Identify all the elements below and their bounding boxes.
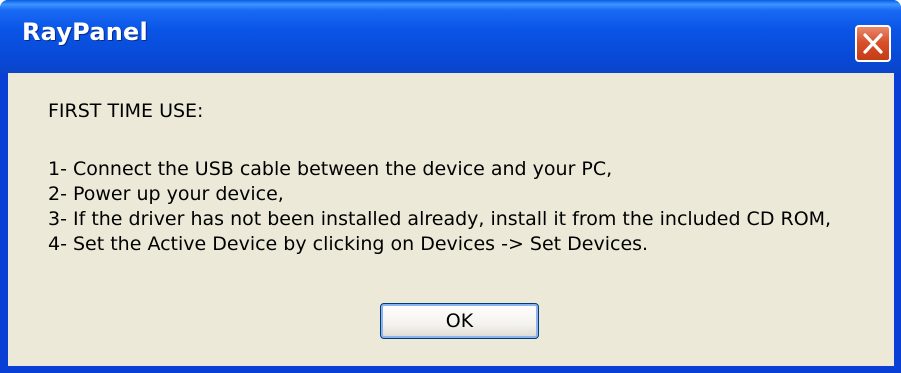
dialog-window: RayPanel FIRST TIME USE: 1- Connect the …: [0, 0, 901, 373]
step-3-text: 3- If the driver has not been installed …: [48, 208, 832, 230]
close-button[interactable]: [855, 25, 891, 62]
close-icon: [863, 33, 883, 54]
ok-button[interactable]: OK: [380, 303, 539, 339]
step-2-text: 2- Power up your device,: [48, 183, 284, 205]
message-heading: FIRST TIME USE:: [48, 100, 204, 122]
window-title: RayPanel: [22, 18, 148, 46]
step-1-text: 1- Connect the USB cable between the dev…: [48, 158, 613, 180]
ok-button-label: OK: [445, 310, 474, 332]
step-4-text: 4- Set the Active Device by clicking on …: [48, 233, 649, 255]
title-bar[interactable]: RayPanel: [0, 0, 901, 73]
dialog-body: FIRST TIME USE: 1- Connect the USB cable…: [8, 73, 894, 366]
window-bottom-border: [0, 366, 901, 373]
